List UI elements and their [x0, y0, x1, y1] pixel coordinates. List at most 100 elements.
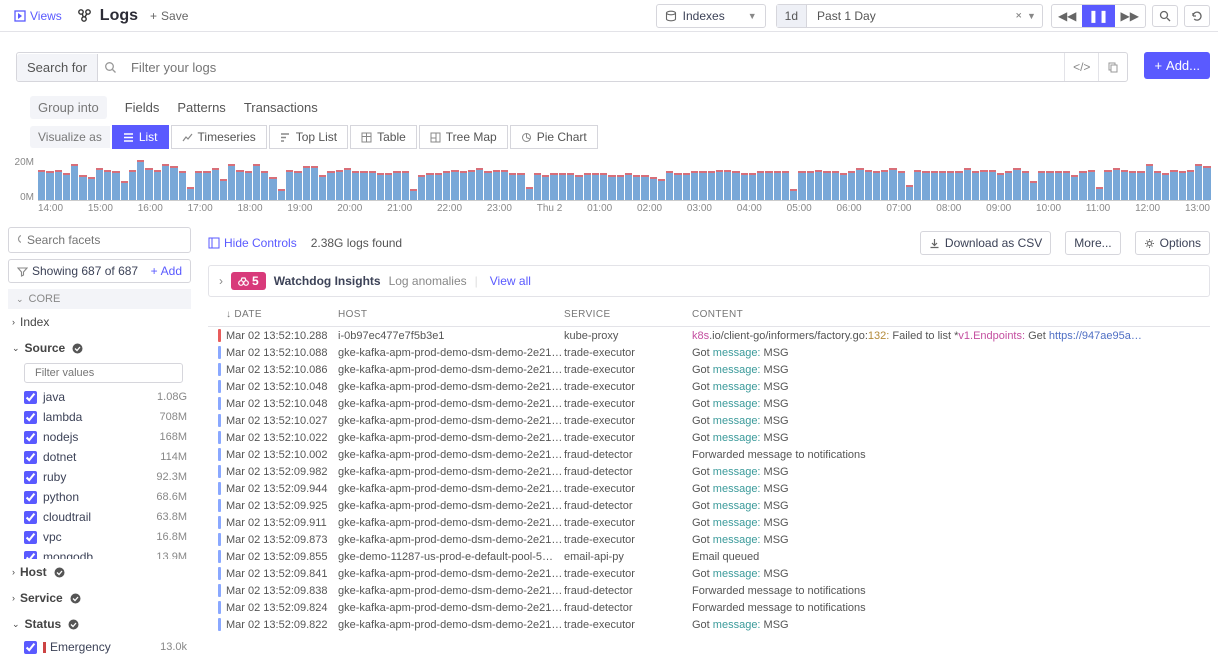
col-date[interactable]: ↓DATE: [226, 309, 338, 320]
hist-bar[interactable]: [501, 172, 508, 201]
facet-status[interactable]: ⌄Status: [8, 611, 191, 637]
hist-bar[interactable]: [749, 175, 756, 200]
hist-bar[interactable]: [1046, 173, 1053, 200]
hist-bar[interactable]: [426, 175, 433, 200]
viz-table[interactable]: Table: [350, 125, 417, 149]
chevron-down-icon[interactable]: ▼: [1027, 11, 1036, 21]
source-item[interactable]: cloudtrail63.8M: [8, 507, 191, 527]
hist-bar[interactable]: [914, 172, 921, 201]
add-button[interactable]: + Add...: [1144, 52, 1210, 79]
hist-bar[interactable]: [683, 175, 690, 200]
hist-bar[interactable]: [170, 168, 177, 200]
hist-bar[interactable]: [1022, 173, 1029, 200]
hist-bar[interactable]: [1079, 173, 1086, 200]
viz-timeseries[interactable]: Timeseries: [171, 125, 267, 149]
hist-bar[interactable]: [1146, 166, 1153, 200]
col-content[interactable]: CONTENT: [692, 309, 1200, 320]
hist-bar[interactable]: [203, 173, 210, 200]
hist-bar[interactable]: [71, 166, 78, 200]
hist-bar[interactable]: [1170, 172, 1177, 201]
viz-piechart[interactable]: Pie Chart: [510, 125, 598, 149]
hist-bar[interactable]: [228, 166, 235, 200]
viz-list[interactable]: List: [112, 125, 169, 149]
refresh-button[interactable]: [1184, 5, 1210, 27]
hist-bar[interactable]: [1038, 173, 1045, 200]
hist-bar[interactable]: [245, 173, 252, 200]
hist-bar[interactable]: [699, 173, 706, 200]
insights-viewall[interactable]: View all: [490, 274, 531, 288]
log-row[interactable]: Mar 02 13:52:10.086gke-kafka-apm-prod-de…: [208, 361, 1210, 378]
tab-transactions[interactable]: Transactions: [244, 100, 318, 115]
hist-bar[interactable]: [451, 172, 458, 201]
hist-bar[interactable]: [939, 173, 946, 200]
hist-bar[interactable]: [1137, 173, 1144, 200]
hist-bar[interactable]: [650, 179, 657, 200]
log-row[interactable]: Mar 02 13:52:09.855gke-demo-11287-us-pro…: [208, 548, 1210, 565]
pause-button[interactable]: ❚❚: [1082, 5, 1114, 27]
search-input[interactable]: [123, 54, 1064, 81]
hist-bar[interactable]: [145, 170, 152, 200]
hist-bar[interactable]: [377, 175, 384, 200]
hist-bar[interactable]: [989, 172, 996, 201]
hist-bar[interactable]: [964, 170, 971, 200]
log-row[interactable]: Mar 02 13:52:09.873gke-kafka-apm-prod-de…: [208, 531, 1210, 548]
hist-bar[interactable]: [881, 172, 888, 201]
hist-bar[interactable]: [1203, 168, 1210, 200]
hist-bar[interactable]: [790, 191, 797, 201]
source-item[interactable]: mongodb13.9M: [8, 547, 191, 559]
hist-bar[interactable]: [63, 175, 70, 200]
hist-bar[interactable]: [856, 170, 863, 200]
hist-bar[interactable]: [1154, 173, 1161, 200]
hist-bar[interactable]: [865, 172, 872, 201]
hist-bar[interactable]: [286, 172, 293, 201]
hist-bar[interactable]: [898, 173, 905, 200]
hist-bar[interactable]: [385, 175, 392, 200]
hist-bar[interactable]: [253, 166, 260, 200]
log-row[interactable]: Mar 02 13:52:09.925gke-kafka-apm-prod-de…: [208, 497, 1210, 514]
hist-bar[interactable]: [972, 173, 979, 200]
col-service[interactable]: SERVICE: [564, 309, 692, 320]
hist-bar[interactable]: [997, 175, 1004, 200]
hist-bar[interactable]: [1104, 172, 1111, 201]
hist-bar[interactable]: [336, 172, 343, 201]
hist-bar[interactable]: [584, 175, 591, 200]
hist-bar[interactable]: [195, 173, 202, 200]
hist-bar[interactable]: [980, 172, 987, 201]
hist-bar[interactable]: [352, 173, 359, 200]
hist-bar[interactable]: [46, 173, 53, 200]
hist-bar[interactable]: [460, 173, 467, 200]
filter-values-input[interactable]: [35, 367, 177, 379]
hist-bar[interactable]: [344, 170, 351, 200]
hist-bar[interactable]: [600, 175, 607, 200]
hist-bar[interactable]: [931, 173, 938, 200]
hist-bar[interactable]: [641, 177, 648, 200]
hist-bar[interactable]: [592, 175, 599, 200]
checkbox[interactable]: [24, 411, 37, 424]
hist-bar[interactable]: [303, 168, 310, 200]
hist-bar[interactable]: [732, 173, 739, 200]
hist-bar[interactable]: [418, 177, 425, 200]
hist-bar[interactable]: [278, 191, 285, 201]
hist-bar[interactable]: [88, 179, 95, 200]
hist-bar[interactable]: [484, 173, 491, 200]
tab-patterns[interactable]: Patterns: [177, 100, 225, 115]
hist-bar[interactable]: [112, 173, 119, 200]
status-emergency[interactable]: Emergency13.0k: [8, 637, 191, 657]
log-row[interactable]: Mar 02 13:52:10.027gke-kafka-apm-prod-de…: [208, 412, 1210, 429]
hist-bar[interactable]: [716, 172, 723, 201]
checkbox[interactable]: [24, 471, 37, 484]
hist-bar[interactable]: [79, 177, 86, 200]
hist-bar[interactable]: [774, 173, 781, 200]
log-row[interactable]: Mar 02 13:52:09.824gke-kafka-apm-prod-de…: [208, 599, 1210, 616]
hist-bar[interactable]: [848, 173, 855, 200]
checkbox[interactable]: [24, 511, 37, 524]
hist-bar[interactable]: [121, 183, 128, 200]
hist-bar[interactable]: [162, 166, 169, 200]
hist-bar[interactable]: [360, 173, 367, 200]
hist-bars[interactable]: [38, 159, 1210, 201]
log-row[interactable]: Mar 02 13:52:10.048gke-kafka-apm-prod-de…: [208, 378, 1210, 395]
log-row[interactable]: Mar 02 13:52:10.088gke-kafka-apm-prod-de…: [208, 344, 1210, 361]
log-row[interactable]: Mar 02 13:52:09.822gke-kafka-apm-prod-de…: [208, 616, 1210, 633]
hist-bar[interactable]: [534, 175, 541, 200]
hist-bar[interactable]: [269, 179, 276, 200]
